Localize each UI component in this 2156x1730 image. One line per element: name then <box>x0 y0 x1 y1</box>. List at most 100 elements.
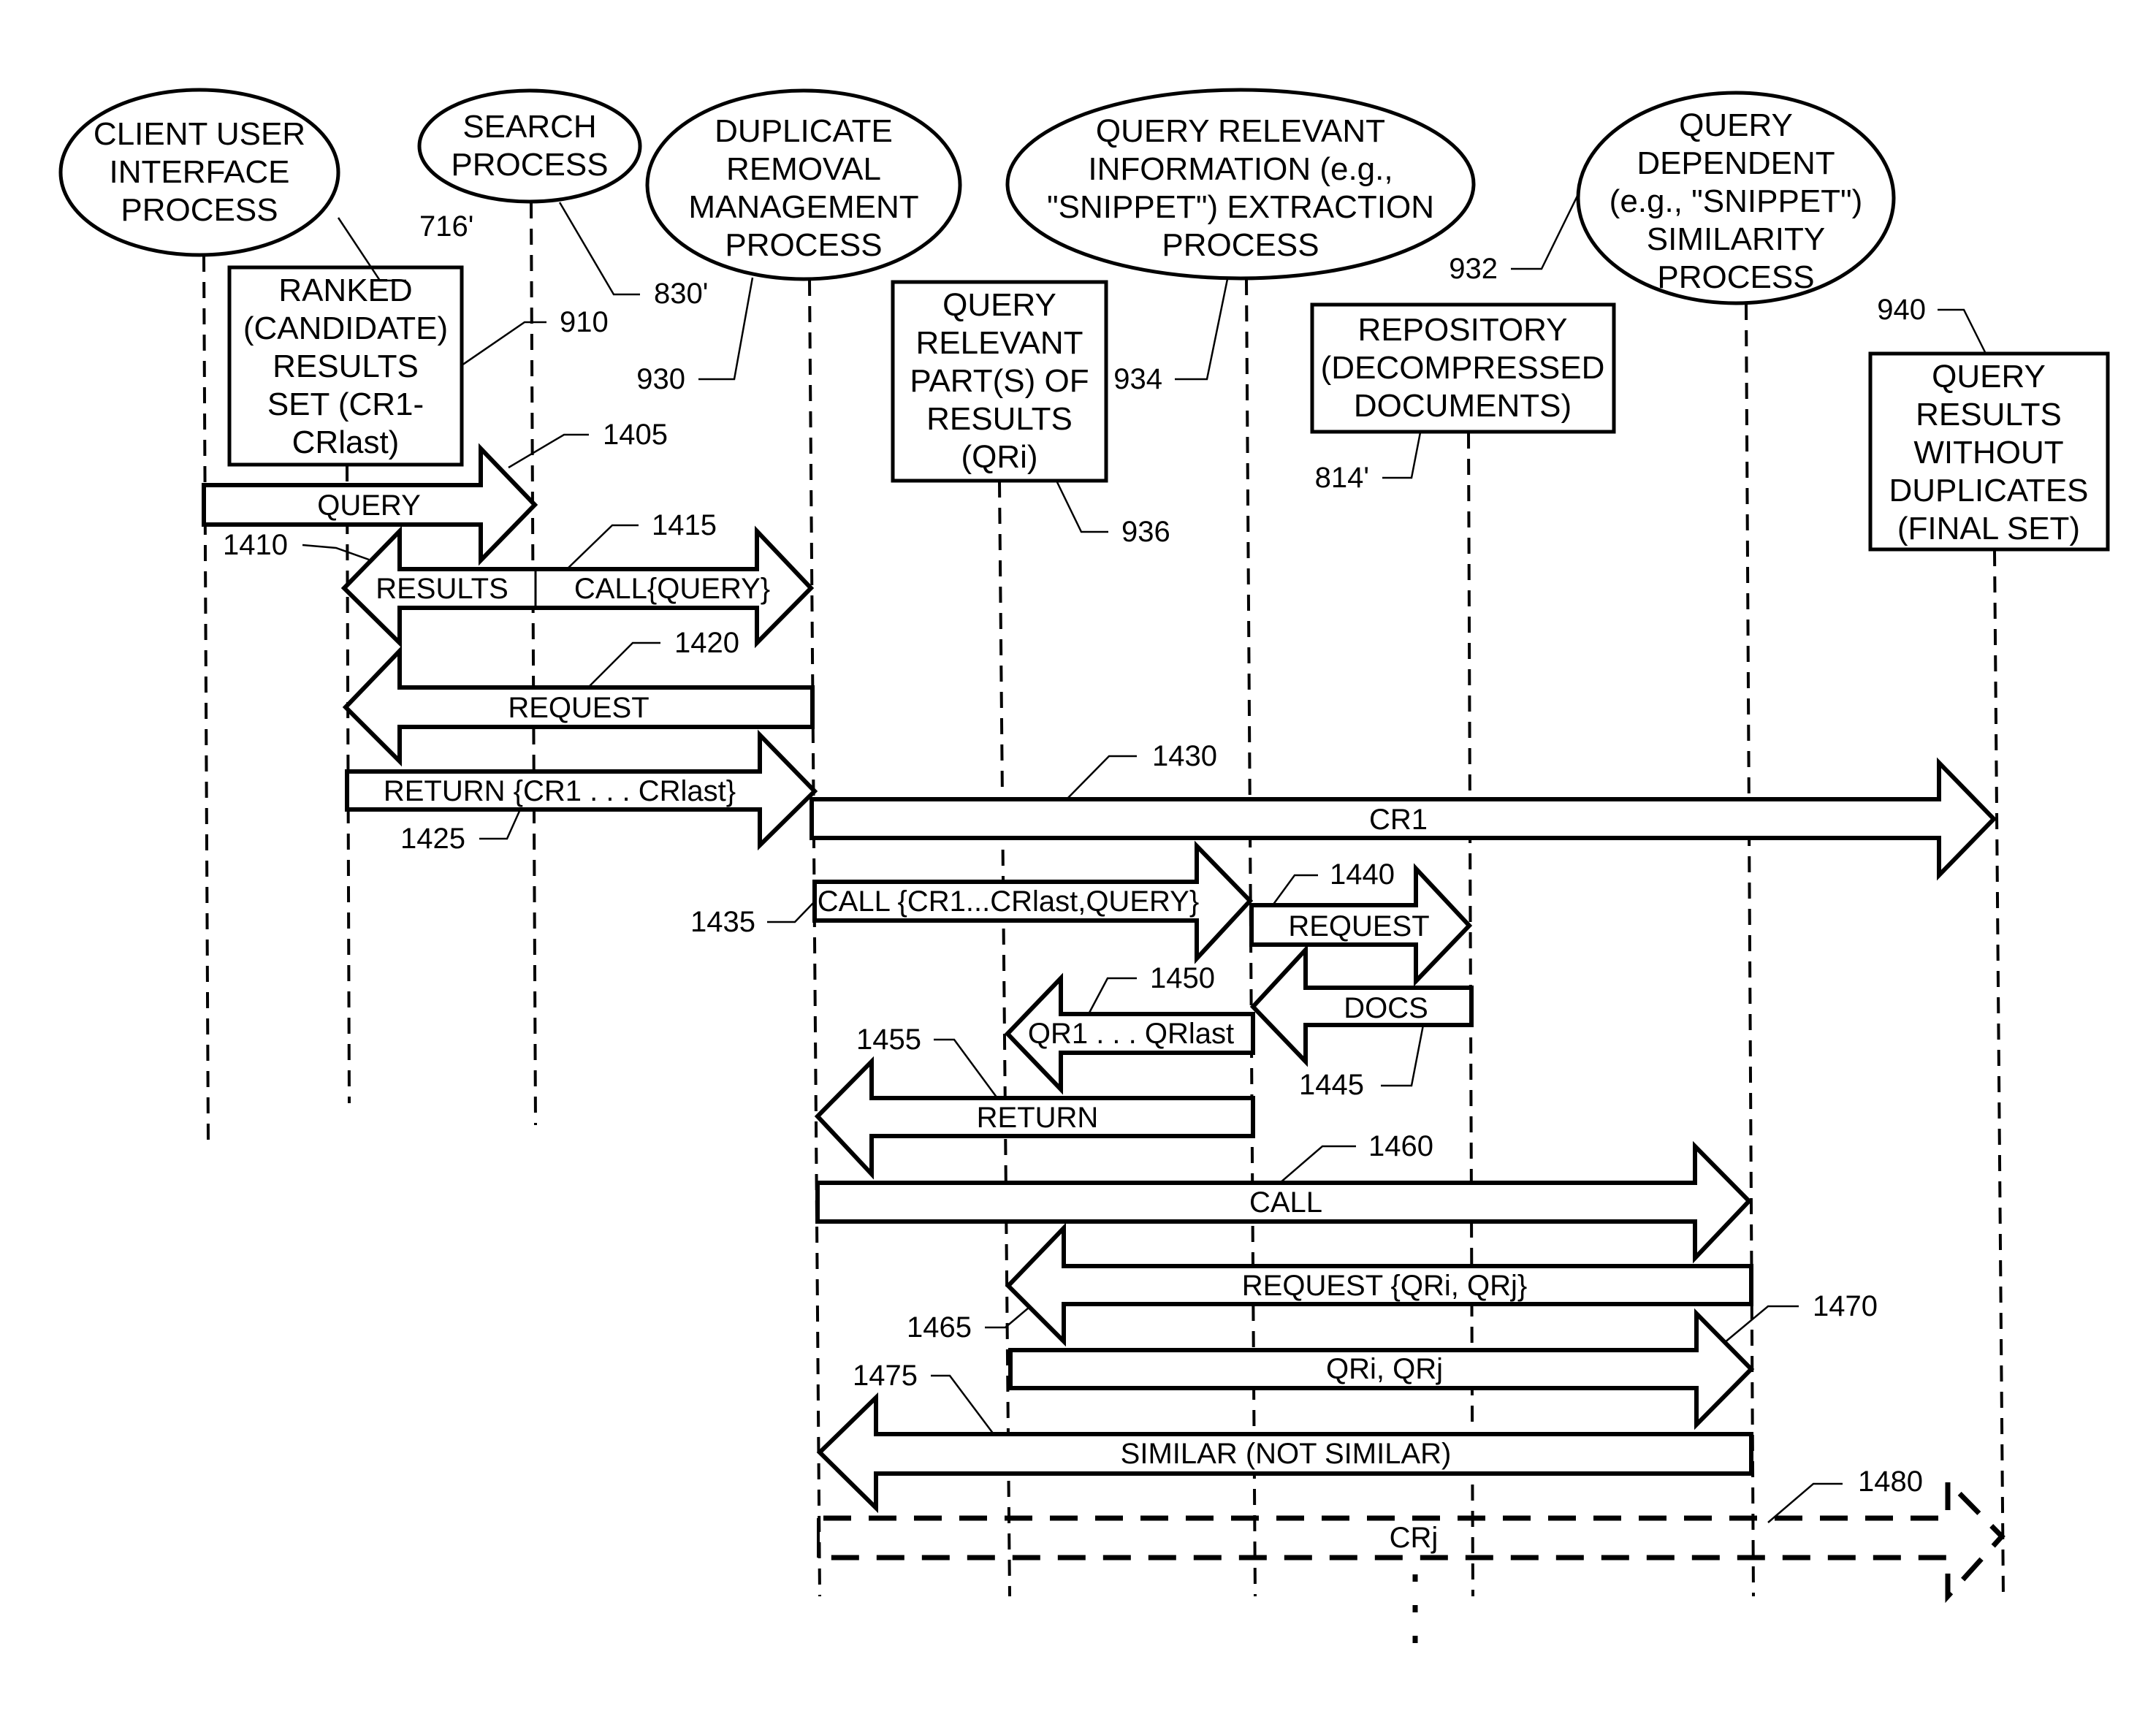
ref-1460: 1460 <box>1368 1130 1433 1162</box>
arrow-label-call: CALL <box>1249 1186 1322 1219</box>
store-qr-parts: QUERY RELEVANT PART(S) OF RESULTS (QRi) <box>891 280 1108 483</box>
leader-1445 <box>1381 1024 1425 1087</box>
leader-814 <box>1382 432 1422 479</box>
ref-940: 940 <box>1877 294 1926 326</box>
leader-1475 <box>931 1374 994 1435</box>
arrow-label-query: QUERY <box>317 489 421 522</box>
store-ranked-set: RANKED (CANDIDATE) RESULTS SET (CR1- CRl… <box>227 265 464 467</box>
lifeline-duplicate-removal <box>808 279 821 1597</box>
arrow-label-results: RESULTS <box>376 573 508 605</box>
ref-1425: 1425 <box>400 823 465 855</box>
leader-1415 <box>566 524 639 570</box>
ref-1420: 1420 <box>674 627 739 659</box>
arrow-label-request-qrs: REQUEST {QRi, QRj} <box>1242 1270 1527 1302</box>
participant-extraction: QUERY RELEVANT INFORMATION (e.g., "SNIPP… <box>1005 88 1476 281</box>
leader-1410 <box>302 544 370 561</box>
message-1430-cr1: CR1 1430 <box>810 740 1997 881</box>
duplicate-label-2: REMOVAL <box>726 151 881 187</box>
leader-830 <box>558 202 640 296</box>
client-label-2: INTERFACE <box>110 154 290 190</box>
ref-910: 910 <box>560 306 609 338</box>
lifeline-qr-parts <box>998 481 1011 1597</box>
arrow-label-call-query: CALL{QUERY} <box>574 573 770 605</box>
final-label-5: (FINAL SET) <box>1897 511 2080 546</box>
leader-1420 <box>587 641 660 688</box>
participant-client: CLIENT USER INTERFACE PROCESS <box>58 88 340 257</box>
repository-label-3: DOCUMENTS) <box>1354 388 1572 424</box>
ref-1475: 1475 <box>853 1360 918 1392</box>
ranked-label-5: CRlast) <box>292 424 400 460</box>
ref-1440: 1440 <box>1330 858 1395 891</box>
participant-similarity: QUERY DEPENDENT (e.g., "SNIPPET") SIMILA… <box>1576 91 1896 305</box>
message-1445-docs: DOCS 1445 <box>1249 944 1474 1101</box>
participant-duplicate-removal: DUPLICATE REMOVAL MANAGEMENT PROCESS <box>645 88 962 281</box>
similarity-label-4: SIMILARITY <box>1647 221 1826 257</box>
leader-1430 <box>1066 755 1137 800</box>
ranked-label-1: RANKED <box>278 273 412 308</box>
arrow-label-docs: DOCS <box>1344 992 1428 1024</box>
repository-label-2: (DECOMPRESSED <box>1321 350 1605 386</box>
message-1420-request: REQUEST 1420 <box>342 627 815 767</box>
ref-830: 830' <box>654 278 708 310</box>
qr-parts-label-1: QUERY <box>942 287 1056 323</box>
ref-1410: 1410 <box>223 529 288 561</box>
extraction-label-1: QUERY RELEVANT <box>1096 113 1385 149</box>
store-final-set: QUERY RESULTS WITHOUT DUPLICATES (FINAL … <box>1868 351 2110 552</box>
duplicate-label-1: DUPLICATE <box>715 113 893 149</box>
extraction-label-2: INFORMATION (e.g., <box>1088 151 1393 187</box>
ref-1445: 1445 <box>1299 1069 1364 1101</box>
similarity-label-1: QUERY <box>1679 107 1793 143</box>
ref-1405: 1405 <box>603 419 668 451</box>
similarity-label-3: (e.g., "SNIPPET") <box>1610 183 1863 219</box>
ref-1480: 1480 <box>1858 1466 1923 1498</box>
leader-936 <box>1055 480 1108 533</box>
leader-1460 <box>1279 1145 1356 1184</box>
arrow-label-call-crs-query: CALL {CR1...CRlast,QUERY} <box>818 885 1199 918</box>
repository-label-1: REPOSITORY <box>1358 312 1568 348</box>
leader-1405 <box>508 433 589 469</box>
search-process-node <box>417 88 642 204</box>
client-label-3: PROCESS <box>121 192 278 228</box>
search-label-1: SEARCH <box>462 109 596 145</box>
search-label-2: PROCESS <box>451 147 608 183</box>
ref-716: 716' <box>419 210 473 243</box>
leader-1450 <box>1087 977 1137 1015</box>
ref-936: 936 <box>1121 516 1170 548</box>
final-label-4: DUPLICATES <box>1889 473 2088 508</box>
final-label-3: WITHOUT <box>1913 435 2063 470</box>
leader-1435 <box>767 902 815 923</box>
store-repository: REPOSITORY (DECOMPRESSED DOCUMENTS) <box>1310 302 1616 434</box>
arrow-label-request-1440: REQUEST <box>1288 910 1429 942</box>
qr-parts-label-3: PART(S) OF <box>910 363 1089 399</box>
leader-1470 <box>1723 1305 1799 1344</box>
extraction-label-3: "SNIPPET") EXTRACTION <box>1047 189 1434 225</box>
leader-1455 <box>934 1038 999 1099</box>
ranked-label-2: (CANDIDATE) <box>243 310 448 346</box>
client-label-1: CLIENT USER <box>94 116 305 152</box>
ref-814: 814' <box>1315 462 1369 494</box>
message-1425-return: RETURN {CR1 . . . CRlast} 1425 <box>345 729 818 855</box>
arrow-label-qr-results: QR1 . . . QRlast <box>1028 1018 1234 1050</box>
ref-1455: 1455 <box>856 1024 921 1056</box>
ref-934: 934 <box>1113 363 1162 395</box>
arrow-label-crj: CRj <box>1390 1522 1439 1554</box>
leader-1440 <box>1271 874 1318 906</box>
message-1465-request: REQUEST {QRi, QRj} 1465 <box>907 1222 1753 1347</box>
similarity-label-2: DEPENDENT <box>1637 145 1835 181</box>
ref-1450: 1450 <box>1150 962 1215 994</box>
ref-1470: 1470 <box>1813 1290 1878 1322</box>
arrow-label-qri-qrj: QRi, QRj <box>1326 1353 1443 1385</box>
ref-932: 932 <box>1449 253 1498 285</box>
message-1480-crj: CRj 1480 <box>817 1466 2005 1604</box>
sequence-diagram: CLIENT USER INTERFACE PROCESS SEARCH PRO… <box>58 88 2110 1651</box>
final-label-1: QUERY <box>1932 359 2046 395</box>
participant-search: SEARCH PROCESS <box>417 88 642 204</box>
message-1470-qrs: QRi, QRj 1470 <box>1008 1290 1878 1430</box>
leader-932 <box>1511 191 1581 270</box>
ranked-label-3: RESULTS <box>273 348 419 384</box>
leader-1425 <box>479 809 522 840</box>
qr-parts-label-2: RELEVANT <box>915 325 1083 361</box>
message-1440-request: REQUEST 1440 <box>1249 858 1473 987</box>
leader-910 <box>461 321 546 367</box>
message-1450-qrs: QR1 . . . QRlast 1450 <box>1004 962 1255 1095</box>
